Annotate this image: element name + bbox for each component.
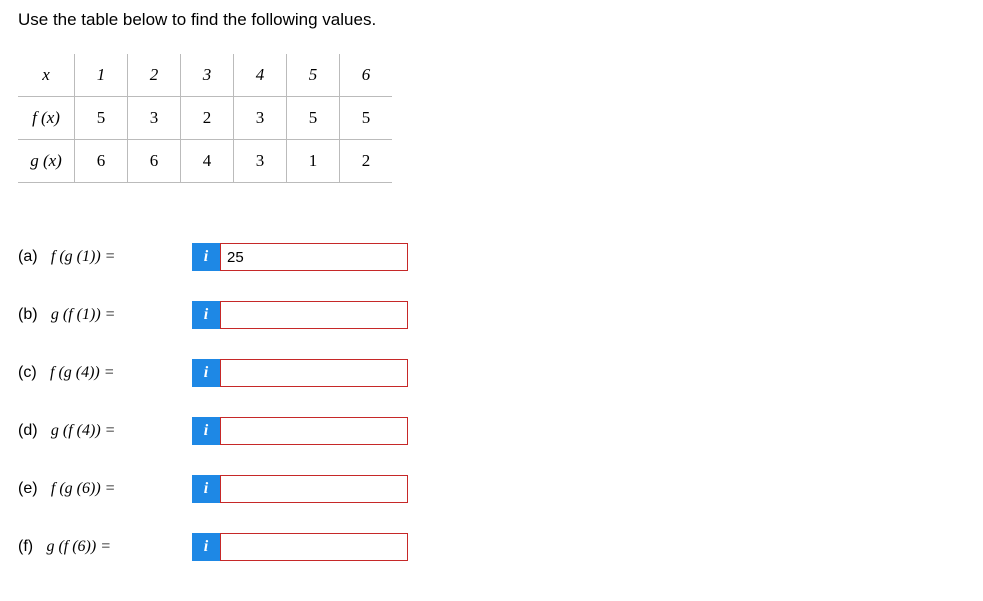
table-cell: 5 [287,97,340,140]
question-row-f: (f) g (f (6)) = i [18,533,965,561]
table-cell: 6 [75,140,128,183]
table-cell: 2 [181,97,234,140]
answer-input-f[interactable] [220,533,408,561]
info-icon[interactable]: i [192,533,220,561]
table-cell: 1 [75,54,128,97]
answer-input-e[interactable] [220,475,408,503]
table-cell: 4 [234,54,287,97]
table-cell: 2 [340,140,393,183]
answer-input-a[interactable] [220,243,408,271]
table-header-row: x 1 2 3 4 5 6 [18,54,392,97]
table-cell: 3 [234,97,287,140]
table-cell: 5 [75,97,128,140]
answer-input-d[interactable] [220,417,408,445]
table-cell: f (x) [18,97,75,140]
table-cell: 3 [234,140,287,183]
table-g-row: g (x) 6 6 4 3 1 2 [18,140,392,183]
question-label: (f) g (f (6)) = [18,538,192,556]
function-table: x 1 2 3 4 5 6 f (x) 5 3 2 3 5 5 g (x) 6 … [18,54,392,183]
table-cell: g (x) [18,140,75,183]
table-cell: 5 [340,97,393,140]
question-row-a: (a) f (g (1)) = i [18,243,965,271]
table-cell: 3 [181,54,234,97]
question-label: (a) f (g (1)) = [18,248,192,266]
table-cell: x [18,54,75,97]
question-row-b: (b) g (f (1)) = i [18,301,965,329]
table-cell: 1 [287,140,340,183]
info-icon[interactable]: i [192,475,220,503]
table-f-row: f (x) 5 3 2 3 5 5 [18,97,392,140]
info-icon[interactable]: i [192,243,220,271]
table-cell: 5 [287,54,340,97]
question-row-e: (e) f (g (6)) = i [18,475,965,503]
info-icon[interactable]: i [192,359,220,387]
question-row-c: (c) f (g (4)) = i [18,359,965,387]
question-label: (d) g (f (4)) = [18,422,192,440]
table-cell: 6 [340,54,393,97]
question-row-d: (d) g (f (4)) = i [18,417,965,445]
table-cell: 2 [128,54,181,97]
table-cell: 6 [128,140,181,183]
table-cell: 3 [128,97,181,140]
info-icon[interactable]: i [192,301,220,329]
answer-input-b[interactable] [220,301,408,329]
table-cell: 4 [181,140,234,183]
question-label: (c) f (g (4)) = [18,364,192,382]
info-icon[interactable]: i [192,417,220,445]
question-label: (b) g (f (1)) = [18,306,192,324]
instruction-text: Use the table below to find the followin… [18,10,965,30]
answer-input-c[interactable] [220,359,408,387]
question-label: (e) f (g (6)) = [18,480,192,498]
